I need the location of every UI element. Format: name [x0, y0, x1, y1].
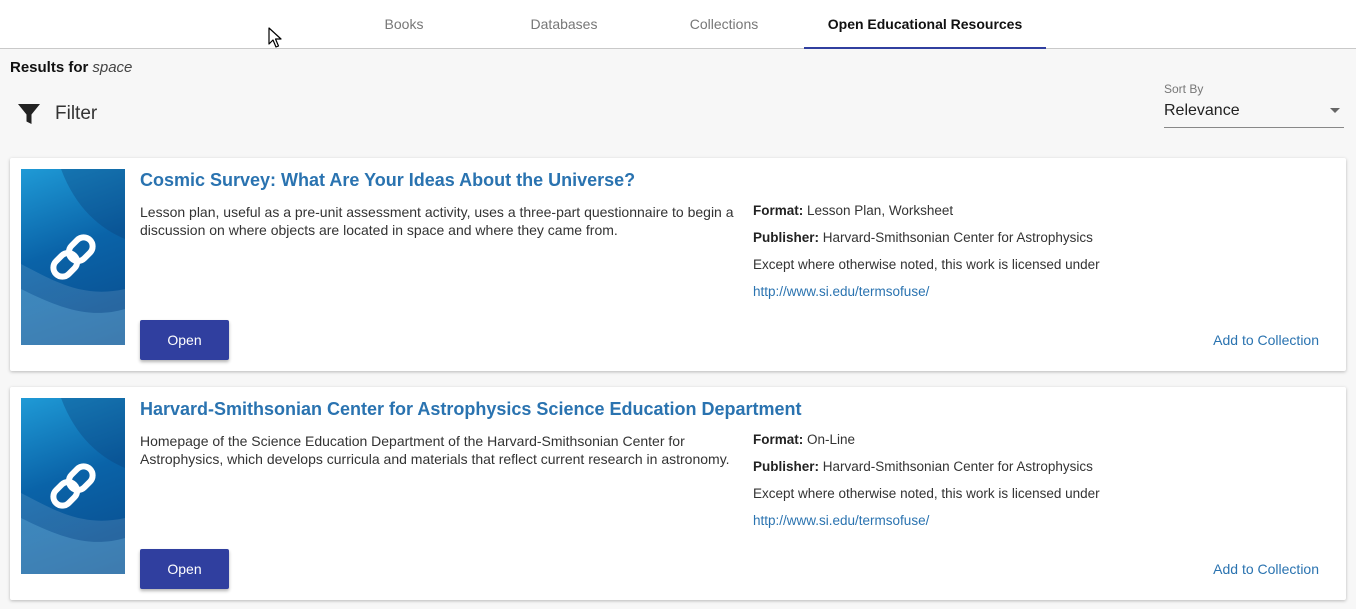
mouse-cursor-icon [268, 27, 282, 48]
link-icon [21, 398, 125, 574]
publisher-value: Harvard-Smithsonian Center for Astrophys… [822, 230, 1093, 245]
tab-databases[interactable]: Databases [514, 0, 614, 48]
chevron-down-icon [1330, 108, 1340, 113]
resource-meta: Format: On-Line Publisher: Harvard-Smith… [753, 432, 1253, 540]
format-value: On-Line [807, 432, 856, 447]
license-text: Except where otherwise noted, this work … [753, 486, 1100, 501]
link-icon [21, 169, 125, 345]
resource-description: Homepage of the Science Education Depart… [140, 433, 730, 467]
filter-icon [18, 104, 40, 124]
results-query: space [92, 59, 133, 76]
sort-by-value: Relevance [1164, 102, 1240, 119]
filter-button[interactable]: Filter [17, 100, 97, 128]
resource-title[interactable]: Cosmic Survey: What Are Your Ideas About… [140, 170, 635, 191]
license-text: Except where otherwise noted, this work … [753, 257, 1100, 272]
result-card: Cosmic Survey: What Are Your Ideas About… [10, 158, 1346, 371]
open-button[interactable]: Open [140, 549, 229, 589]
license-link[interactable]: http://www.si.edu/termsofuse/ [753, 513, 929, 528]
tab-collections[interactable]: Collections [674, 0, 774, 48]
tab-open-educational-resources[interactable]: Open Educational Resources [804, 0, 1046, 49]
filter-label: Filter [55, 103, 98, 124]
resource-thumbnail[interactable] [21, 169, 125, 345]
publisher-label: Publisher: [753, 459, 820, 474]
result-card: Harvard-Smithsonian Center for Astrophys… [10, 387, 1346, 600]
resource-meta: Format: Lesson Plan, Worksheet Publisher… [753, 203, 1253, 311]
add-to-collection-link[interactable]: Add to Collection [1213, 332, 1319, 348]
license-link[interactable]: http://www.si.edu/termsofuse/ [753, 284, 929, 299]
resource-thumbnail[interactable] [21, 398, 125, 574]
resource-title[interactable]: Harvard-Smithsonian Center for Astrophys… [140, 399, 802, 420]
results-heading: Results for space [10, 59, 132, 76]
format-label: Format: [753, 203, 804, 218]
format-value: Lesson Plan, Worksheet [807, 203, 954, 218]
publisher-label: Publisher: [753, 230, 820, 245]
tab-bar: Books Databases Collections Open Educati… [0, 0, 1356, 49]
resource-description: Lesson plan, useful as a pre-unit assess… [140, 204, 734, 238]
sort-by-caption: Sort By [1164, 82, 1204, 96]
sort-by-select[interactable]: Sort By Relevance [1164, 82, 1344, 128]
tab-books[interactable]: Books [354, 0, 454, 48]
results-label: Results for [10, 59, 89, 76]
publisher-value: Harvard-Smithsonian Center for Astrophys… [822, 459, 1093, 474]
add-to-collection-link[interactable]: Add to Collection [1213, 561, 1319, 577]
open-button[interactable]: Open [140, 320, 229, 360]
format-label: Format: [753, 432, 804, 447]
